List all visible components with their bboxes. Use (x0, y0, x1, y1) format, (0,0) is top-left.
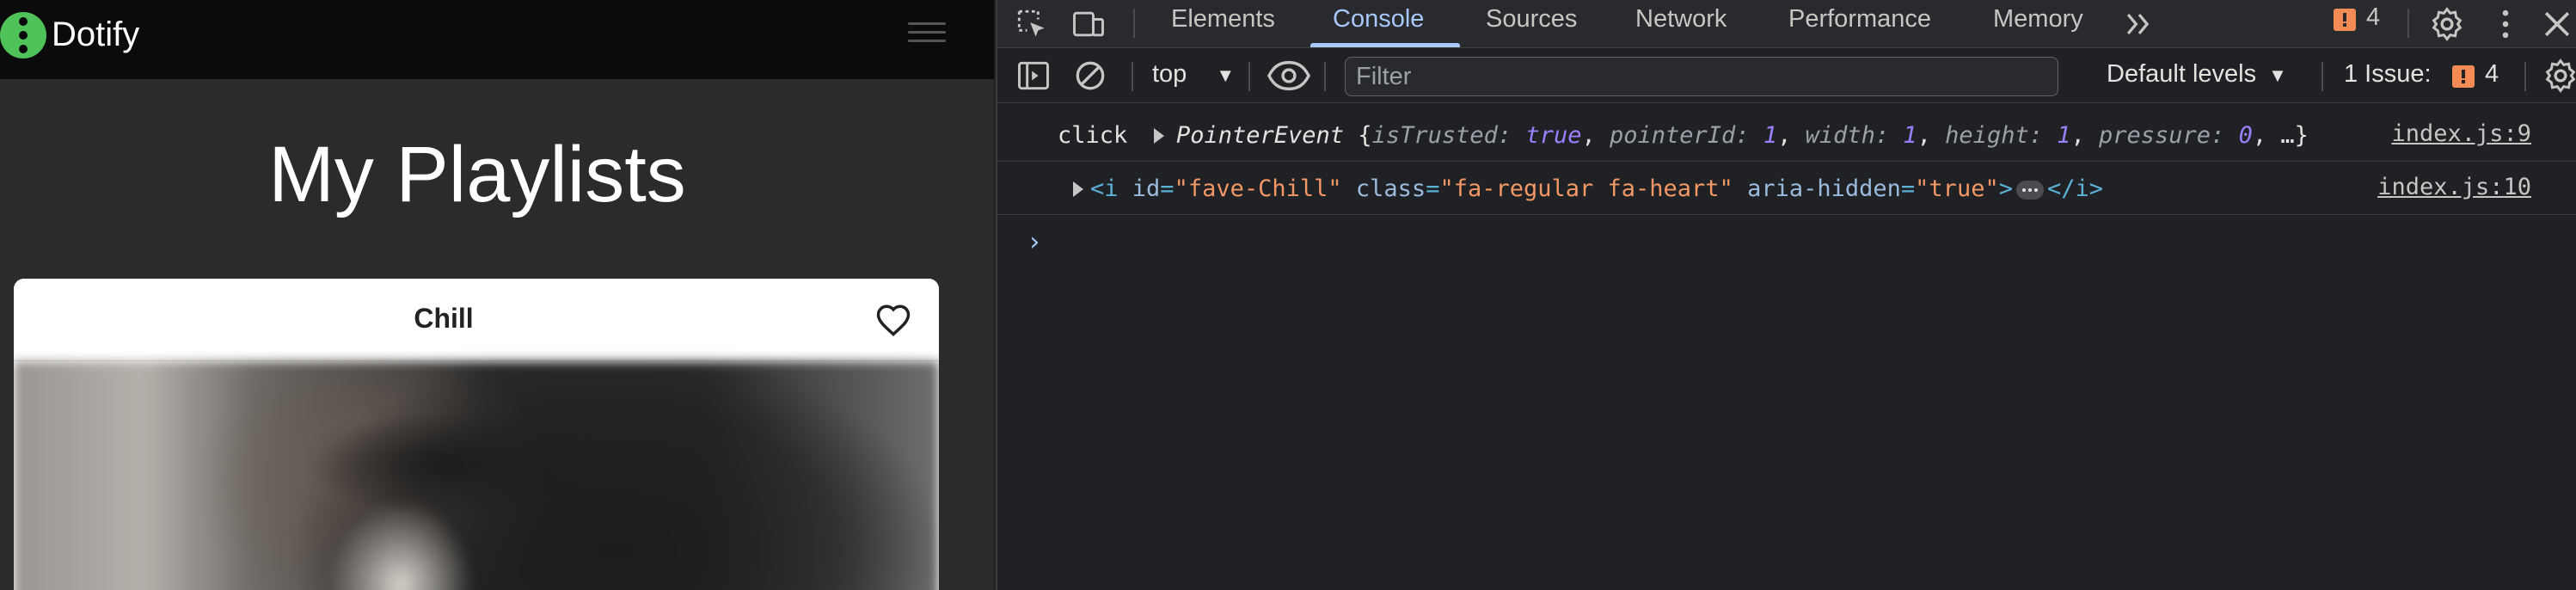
source-link[interactable]: index.js:9 (2391, 120, 2531, 147)
tab-sources[interactable]: Sources (1486, 0, 1577, 48)
tab-memory[interactable]: Memory (1993, 0, 2083, 48)
brand-name[interactable]: Dotify (52, 14, 139, 55)
log-levels-value: Default levels (2107, 60, 2257, 88)
clear-console-icon[interactable] (1071, 57, 1109, 95)
log-dom-node[interactable]: <i id="fave-Chill" class="fa-regular fa-… (1090, 175, 2103, 202)
collapsed-children-ellipsis-icon[interactable] (2015, 180, 2044, 200)
devtools-tab-bar: Elements Console Sources Network Perform… (997, 0, 2576, 48)
app-viewport: Dotify My Playlists Chill (0, 0, 994, 590)
issues-warning-icon[interactable] (2452, 65, 2475, 88)
more-options-kebab-icon[interactable] (2487, 5, 2524, 43)
dotify-logo-icon[interactable] (0, 12, 46, 58)
show-sidebar-icon[interactable] (1015, 57, 1052, 95)
expand-caret-icon[interactable] (1073, 181, 1083, 197)
console-message-element[interactable]: <i id="fave-Chill" class="fa-regular fa-… (997, 163, 2576, 215)
tab-console[interactable]: Console (1333, 0, 1424, 48)
playlist-card[interactable]: Chill (14, 279, 939, 590)
console-filter-input[interactable] (1345, 57, 2058, 96)
active-tab-indicator (1310, 43, 1460, 47)
tab-network[interactable]: Network (1635, 0, 1727, 48)
console-prompt[interactable]: › (1027, 227, 1042, 257)
log-label: click (1058, 122, 1128, 149)
more-tabs-chevron-icon[interactable] (2120, 5, 2158, 43)
dropdown-arrow-icon: ▼ (1216, 65, 1236, 86)
inspect-element-icon[interactable] (1013, 5, 1051, 43)
playlist-title: Chill (414, 303, 474, 334)
tab-elements[interactable]: Elements (1171, 0, 1275, 48)
log-object[interactable]: PointerEvent {isTrusted: true, pointerId… (1176, 122, 2309, 149)
card-header: Chill (14, 279, 939, 361)
page-title: My Playlists (268, 131, 686, 218)
context-select-value: top (1152, 60, 1187, 88)
hamburger-menu-icon[interactable] (908, 22, 946, 43)
log-levels-select[interactable]: Default levels ▼ (2107, 60, 2287, 89)
dropdown-arrow-icon: ▼ (2268, 65, 2287, 86)
tab-performance[interactable]: Performance (1788, 0, 1931, 48)
console-output: click PointerEvent {isTrusted: true, poi… (997, 103, 2576, 590)
console-message-click[interactable]: click PointerEvent {isTrusted: true, poi… (997, 110, 2576, 162)
app-navbar: Dotify (0, 0, 994, 79)
issues-link[interactable]: 1 Issue: (2344, 60, 2432, 89)
console-settings-gear-icon[interactable] (2542, 57, 2576, 95)
issues-link-count[interactable]: 4 (2485, 60, 2499, 89)
expand-caret-icon[interactable] (1154, 128, 1164, 144)
console-toolbar: top ▼ Default levels ▼ 1 Issue: 4 (997, 48, 2576, 103)
settings-gear-icon[interactable] (2428, 5, 2466, 43)
device-toolbar-icon[interactable] (1070, 5, 1107, 43)
issues-count[interactable]: 4 (2366, 3, 2380, 32)
close-devtools-icon[interactable] (2538, 5, 2576, 43)
live-expression-eye-icon[interactable] (1267, 58, 1311, 93)
source-link[interactable]: index.js:10 (2377, 174, 2531, 200)
issues-warning-icon[interactable] (2334, 9, 2356, 31)
favorite-heart-icon[interactable] (875, 303, 911, 337)
context-select[interactable]: top ▼ (1152, 60, 1235, 89)
playlist-cover-image[interactable] (14, 361, 939, 590)
devtools-panel: Elements Console Sources Network Perform… (996, 0, 2576, 590)
